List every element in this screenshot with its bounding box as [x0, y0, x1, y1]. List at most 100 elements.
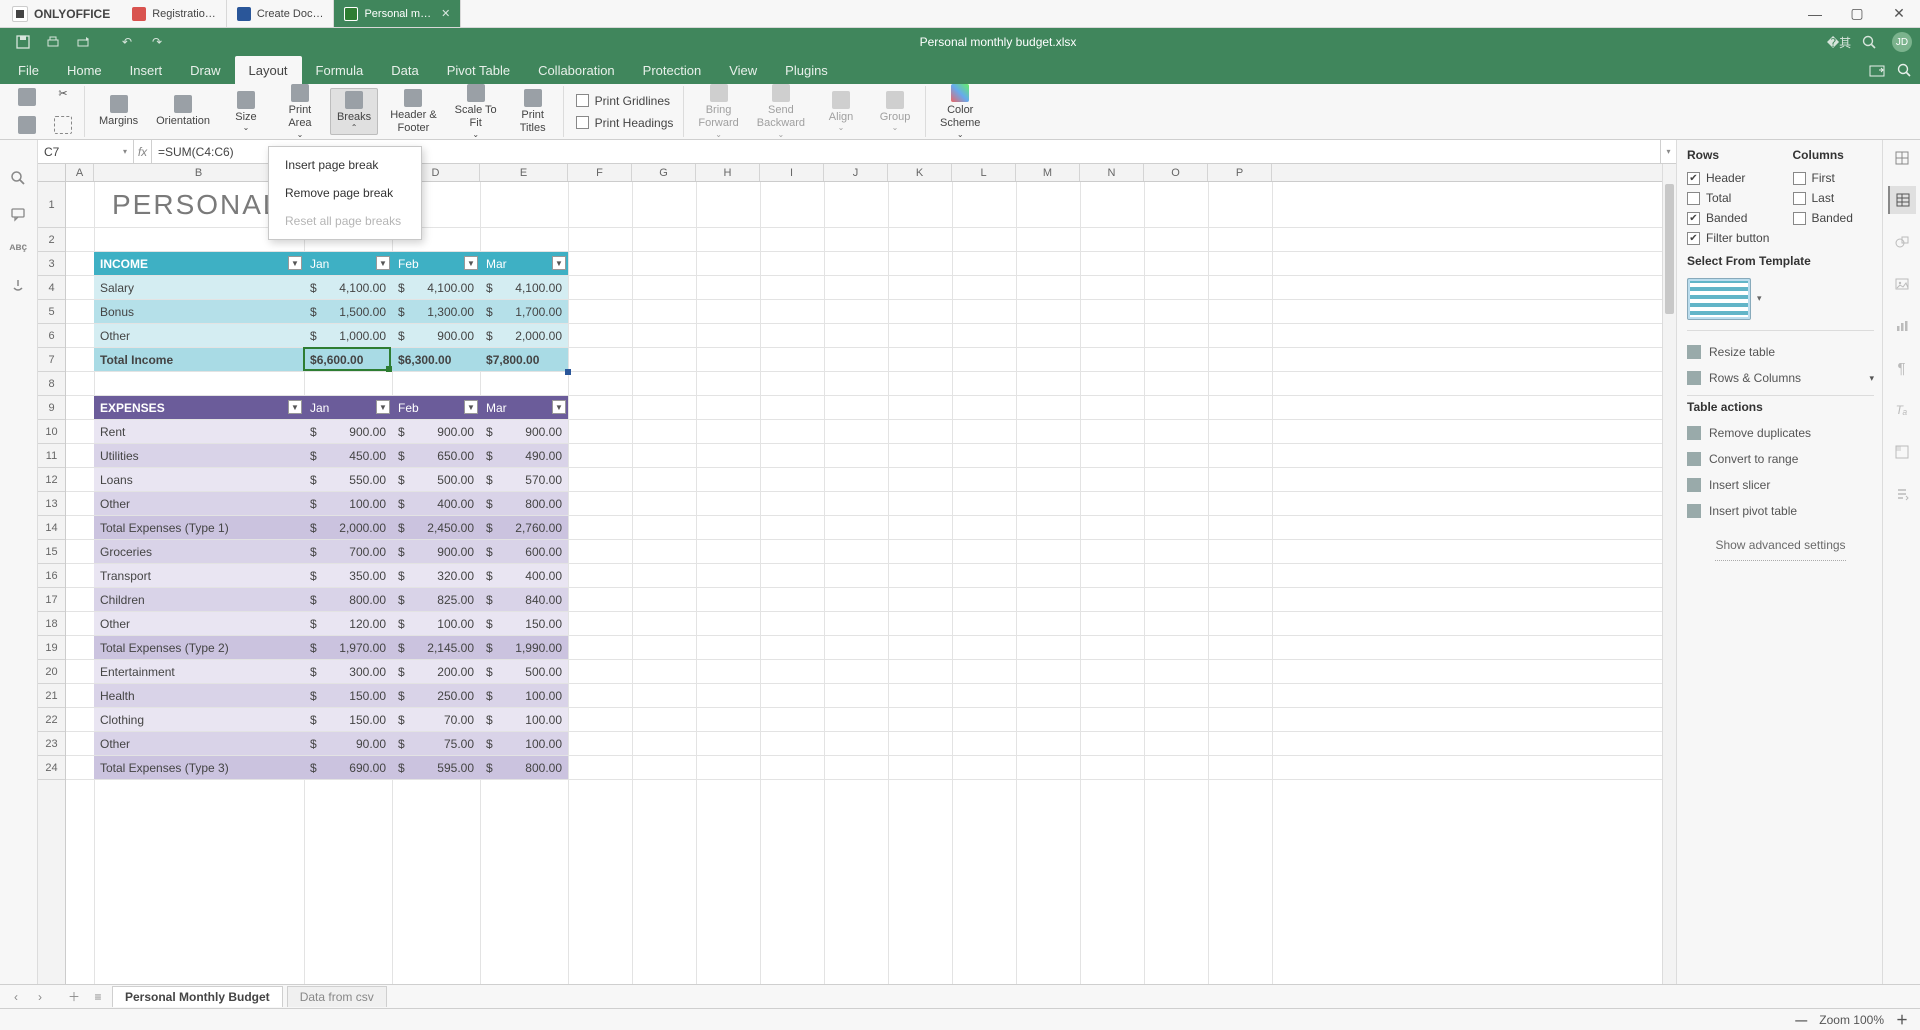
textart-settings-icon[interactable]: Tₐ — [1888, 396, 1916, 424]
zoom-level[interactable]: Zoom 100% — [1819, 1013, 1884, 1027]
row-header[interactable]: 2 — [38, 228, 65, 252]
scale-to-fit-button[interactable]: Scale To Fit⌄ — [449, 82, 503, 140]
document-tab[interactable]: Create Doc… — [227, 0, 335, 27]
row-header[interactable]: 7 — [38, 348, 65, 372]
paste-icon[interactable] — [12, 114, 42, 138]
undo-icon[interactable]: ↶ — [112, 28, 142, 56]
total-checkbox[interactable]: Total — [1687, 188, 1769, 208]
column-header[interactable]: F — [568, 164, 632, 181]
copy-icon[interactable] — [12, 86, 42, 110]
column-header[interactable]: J — [824, 164, 888, 181]
last-col-checkbox[interactable]: Last — [1793, 188, 1875, 208]
breaks-button[interactable]: Breaks⌃ — [330, 88, 378, 136]
table-template-thumb[interactable] — [1687, 278, 1751, 320]
row-header[interactable]: 16 — [38, 564, 65, 588]
menu-formula[interactable]: Formula — [302, 56, 378, 84]
close-icon[interactable]: ✕ — [441, 7, 450, 20]
search-icon[interactable] — [10, 170, 28, 188]
row-header[interactable]: 1 — [38, 182, 65, 228]
row-header[interactable]: 17 — [38, 588, 65, 612]
rows-columns-button[interactable]: Rows & Columns▾ — [1687, 365, 1874, 391]
row-header[interactable]: 23 — [38, 732, 65, 756]
menu-file[interactable]: File — [4, 56, 53, 84]
banded-rows-checkbox[interactable]: ✔Banded — [1687, 208, 1769, 228]
chart-settings-icon[interactable] — [1888, 312, 1916, 340]
row-header[interactable]: 12 — [38, 468, 65, 492]
row-header[interactable]: 8 — [38, 372, 65, 396]
sheet-tab[interactable]: Data from csv — [287, 986, 387, 1007]
select-icon[interactable] — [48, 114, 78, 138]
menu-data[interactable]: Data — [377, 56, 432, 84]
remove-page-break-item[interactable]: Remove page break — [269, 179, 421, 207]
spellcheck-icon[interactable]: ᴀʙç — [10, 242, 28, 260]
print-gridlines-checkbox[interactable]: Print Gridlines — [572, 92, 678, 110]
search-icon[interactable] — [1854, 28, 1884, 56]
zoom-in-button[interactable]: ＋ — [1894, 1011, 1910, 1028]
menu-pivot-table[interactable]: Pivot Table — [433, 56, 524, 84]
sheet-next-icon[interactable]: › — [30, 990, 50, 1004]
size-button[interactable]: Size⌄ — [222, 89, 270, 135]
pivot-settings-icon[interactable] — [1888, 438, 1916, 466]
table-settings-icon[interactable] — [1888, 186, 1916, 214]
filter-dropdown-icon[interactable]: ▼ — [376, 256, 390, 270]
filter-dropdown-icon[interactable]: ▼ — [552, 256, 566, 270]
column-header[interactable]: G — [632, 164, 696, 181]
slicer-settings-icon[interactable] — [1888, 480, 1916, 508]
document-tab-active[interactable]: Personal m… ✕ — [334, 0, 461, 27]
convert-to-range-button[interactable]: Convert to range — [1687, 446, 1874, 472]
column-header[interactable]: H — [696, 164, 760, 181]
insert-slicer-button[interactable]: Insert slicer — [1687, 472, 1874, 498]
row-header[interactable]: 22 — [38, 708, 65, 732]
column-header[interactable]: O — [1144, 164, 1208, 181]
row-header[interactable]: 21 — [38, 684, 65, 708]
column-header[interactable]: E — [480, 164, 568, 181]
open-location-icon[interactable] — [1869, 63, 1885, 77]
row-header[interactable]: 15 — [38, 540, 65, 564]
row-header[interactable]: 14 — [38, 516, 65, 540]
filter-dropdown-icon[interactable]: ▼ — [288, 400, 302, 414]
sheet-prev-icon[interactable]: ‹ — [6, 990, 26, 1004]
column-header[interactable]: M — [1016, 164, 1080, 181]
print-titles-button[interactable]: Print Titles — [509, 87, 557, 136]
menu-protection[interactable]: Protection — [629, 56, 716, 84]
vertical-scrollbar[interactable] — [1662, 164, 1676, 994]
redo-icon[interactable]: ↷ — [142, 28, 172, 56]
header-checkbox[interactable]: ✔Header — [1687, 168, 1769, 188]
margins-button[interactable]: Margins — [93, 93, 144, 130]
column-header[interactable]: N — [1080, 164, 1144, 181]
menu-insert[interactable]: Insert — [116, 56, 177, 84]
row-headers[interactable]: 123456789101112131415161718192021222324 — [38, 182, 66, 994]
row-header[interactable]: 11 — [38, 444, 65, 468]
save-icon[interactable] — [8, 28, 38, 56]
image-settings-icon[interactable] — [1888, 270, 1916, 298]
menu-view[interactable]: View — [715, 56, 771, 84]
document-tab[interactable]: Registratio… — [122, 0, 227, 27]
row-header[interactable]: 9 — [38, 396, 65, 420]
menu-layout[interactable]: Layout — [235, 56, 302, 84]
filter-button-checkbox[interactable]: ✔Filter button — [1687, 228, 1874, 248]
paragraph-settings-icon[interactable]: ¶ — [1888, 354, 1916, 382]
select-all-corner[interactable] — [38, 164, 66, 182]
menu-draw[interactable]: Draw — [176, 56, 234, 84]
column-header[interactable]: K — [888, 164, 952, 181]
sheet-tab-active[interactable]: Personal Monthly Budget — [112, 986, 283, 1007]
menu-home[interactable]: Home — [53, 56, 116, 84]
filter-dropdown-icon[interactable]: ▼ — [464, 400, 478, 414]
filter-dropdown-icon[interactable]: ▼ — [464, 256, 478, 270]
header-footer-button[interactable]: Header & Footer — [384, 87, 442, 136]
cut-icon[interactable]: ✂ — [48, 86, 78, 110]
row-header[interactable]: 13 — [38, 492, 65, 516]
comments-icon[interactable] — [10, 206, 28, 224]
minimize-button[interactable]: — — [1794, 0, 1836, 27]
filter-dropdown-icon[interactable]: ▼ — [288, 256, 302, 270]
color-scheme-button[interactable]: Color Scheme⌄ — [934, 82, 986, 140]
row-header[interactable]: 20 — [38, 660, 65, 684]
row-header[interactable]: 5 — [38, 300, 65, 324]
menu-plugins[interactable]: Plugins — [771, 56, 842, 84]
user-avatar[interactable]: JD — [1892, 32, 1912, 52]
print-area-button[interactable]: Print Area⌄ — [276, 82, 324, 140]
cells-area[interactable]: PERSONALINCOME▼Jan▼Feb▼Mar▼Salary$4,100.… — [66, 182, 1662, 994]
maximize-button[interactable]: ▢ — [1836, 0, 1878, 27]
shape-settings-icon[interactable] — [1888, 228, 1916, 256]
quick-print-icon[interactable] — [68, 28, 98, 56]
